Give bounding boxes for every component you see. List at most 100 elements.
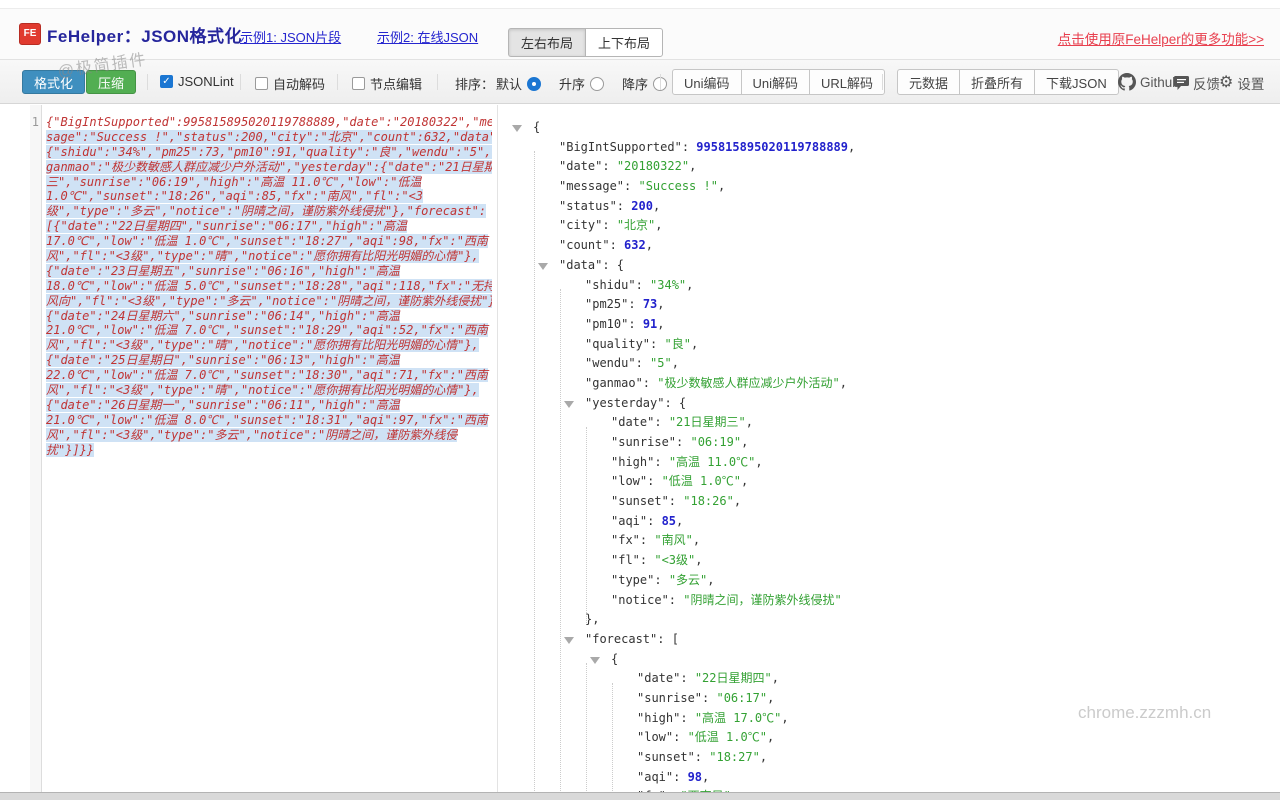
raw-json-line[interactable]: 21.0℃","low":"低温 8.0℃","sunset":"18:31",…	[46, 413, 492, 428]
json-key: "status"	[559, 199, 617, 213]
url-decode-button[interactable]: URL解码	[809, 69, 885, 95]
uni-decode-button[interactable]: Uni解码	[741, 69, 811, 95]
raw-json-line[interactable]: 风","fl":"<3级","type":"多云","notice":"阴晴之间…	[46, 428, 492, 443]
raw-json-line[interactable]: {"date":"24日星期六","sunrise":"06:14","high…	[46, 309, 492, 324]
raw-json-line[interactable]: {"shidu":"34%","pm25":73,"pm10":91,"qual…	[46, 145, 492, 160]
editor-gutter: 1	[30, 105, 42, 793]
tree-row: "sunrise": "06:19",	[500, 433, 1280, 453]
github-link[interactable]: Github	[1118, 73, 1180, 91]
raw-json-line[interactable]: 风","fl":"<3级","type":"晴","notice":"愿你拥有比…	[46, 383, 492, 398]
json-punct: :	[647, 514, 661, 528]
radio-selected-icon[interactable]	[527, 77, 541, 91]
collapse-all-button[interactable]: 折叠所有	[959, 69, 1035, 95]
metadata-button[interactable]: 元数据	[897, 69, 960, 95]
collapse-toggle-icon[interactable]	[512, 125, 522, 132]
raw-json-line[interactable]: {"BigIntSupported":995815895020119788889…	[46, 115, 492, 130]
raw-json-line[interactable]: ganmao":"极少数敏感人群应减少户外活动","yesterday":{"d…	[46, 160, 492, 175]
json-key: "date"	[637, 671, 680, 685]
raw-json-line[interactable]: 17.0℃","low":"低温 1.0℃","sunset":"18:27",…	[46, 234, 492, 249]
raw-json-line[interactable]: {"date":"23日星期五","sunrise":"06:16","high…	[46, 264, 492, 279]
radio-unselected-icon[interactable]	[590, 77, 604, 91]
json-key: "sunset"	[611, 494, 669, 508]
json-punct: :	[669, 593, 683, 607]
tree-row: "date": "20180322",	[500, 157, 1280, 177]
meta-button-group: 元数据 折叠所有 下载JSON	[897, 69, 1119, 95]
raw-json-lines[interactable]: {"BigIntSupported":995815895020119788889…	[46, 115, 492, 457]
raw-json-line[interactable]: 风","fl":"<3级","type":"晴","notice":"愿你拥有比…	[46, 338, 492, 353]
tree-row: "count": 632,	[500, 236, 1280, 256]
json-punct: ,	[741, 435, 748, 449]
json-punct: :	[643, 376, 657, 390]
raw-json-line[interactable]: 18.0℃","low":"低温 5.0℃","sunset":"18:28",…	[46, 279, 492, 294]
raw-json-line[interactable]: {"date":"25日星期日","sunrise":"06:13","high…	[46, 353, 492, 368]
json-punct: ,	[676, 514, 683, 528]
collapse-toggle-icon[interactable]	[590, 657, 600, 664]
json-string: "低温 1.0℃"	[688, 730, 767, 744]
json-number: 91	[643, 317, 657, 331]
collapse-toggle-icon[interactable]	[564, 401, 574, 408]
auto-decode-checkbox[interactable]: 自动解码	[255, 74, 325, 93]
json-punct: ,	[657, 297, 664, 311]
raw-json-line[interactable]: [{"date":"22日星期四","sunrise":"06:17","hig…	[46, 219, 492, 234]
json-key: "high"	[611, 455, 654, 469]
json-key: "fx"	[611, 533, 640, 547]
tree-row: "BigIntSupported": 995815895020119788889…	[500, 138, 1280, 158]
json-punct: :	[624, 179, 638, 193]
uni-encode-button[interactable]: Uni编码	[672, 69, 742, 95]
tree-row: "city": "北京",	[500, 216, 1280, 236]
layout-vertical-button[interactable]: 上下布局	[585, 28, 663, 57]
example2-link[interactable]: 示例2: 在线JSON	[377, 27, 478, 46]
jsonlint-checkbox[interactable]: JSONLint	[160, 74, 234, 89]
json-punct: ,	[693, 533, 700, 547]
example1-link[interactable]: 示例1: JSON片段	[240, 27, 341, 46]
json-string: "南风"	[654, 533, 692, 547]
sort-default-radio[interactable]: 默认	[496, 74, 541, 93]
raw-json-line[interactable]: 风","fl":"<3级","type":"晴","notice":"愿你拥有比…	[46, 249, 492, 264]
raw-json-line[interactable]: sage":"Success !","status":200,"city":"北…	[46, 130, 492, 145]
tree-row: "pm25": 73,	[500, 295, 1280, 315]
raw-json-line[interactable]: 21.0℃","low":"低温 7.0℃","sunset":"18:29",…	[46, 323, 492, 338]
json-punct: :	[673, 770, 687, 784]
json-punct: ,	[848, 140, 855, 154]
settings-link[interactable]: ⚙ 设置	[1219, 73, 1264, 93]
json-punct: ,	[746, 415, 753, 429]
gear-icon: ⚙	[1219, 75, 1233, 91]
json-number: 98	[688, 770, 702, 784]
download-json-button[interactable]: 下载JSON	[1034, 69, 1119, 95]
encode-button-group: Uni编码 Uni解码 URL解码	[672, 69, 885, 95]
raw-json-line[interactable]: 22.0℃","low":"低温 7.0℃","sunset":"18:30",…	[46, 368, 492, 383]
checkbox-unchecked-icon[interactable]	[255, 77, 268, 90]
json-punct: {	[533, 120, 540, 134]
more-features-link[interactable]: 点击使用原FeHelper的更多功能>>	[1058, 28, 1264, 48]
raw-json-line[interactable]: 扰"}]}}	[46, 443, 492, 458]
tree-row: "forecast": [	[500, 630, 1280, 650]
json-punct: ,	[691, 337, 698, 351]
json-punct: ,	[760, 750, 767, 764]
json-number: 200	[631, 199, 653, 213]
raw-json-line[interactable]: 风向","fl":"<3级","type":"多云","notice":"阴晴之…	[46, 294, 492, 309]
json-punct: :	[682, 140, 696, 154]
checkbox-checked-icon[interactable]	[160, 75, 173, 88]
collapse-toggle-icon[interactable]	[538, 263, 548, 270]
tree-row: "high": "高温 17.0℃",	[500, 709, 1280, 729]
sort-asc-radio[interactable]: 升序	[559, 74, 604, 93]
collapse-toggle-icon[interactable]	[564, 637, 574, 644]
json-key: "sunset"	[637, 750, 695, 764]
json-punct: :	[640, 553, 654, 567]
window-horizontal-scrollbar[interactable]	[0, 792, 1280, 800]
raw-json-editor[interactable]: 1 {"BigIntSupported":9958158950201197888…	[30, 105, 498, 793]
feedback-link[interactable]: 反馈	[1174, 73, 1220, 93]
raw-json-line[interactable]: 三","sunrise":"06:19","high":"高温 11.0℃","…	[46, 175, 492, 190]
checkbox-unchecked-icon[interactable]	[352, 77, 365, 90]
raw-json-line[interactable]: {"date":"26日星期一","sunrise":"06:11","high…	[46, 398, 492, 413]
node-edit-checkbox[interactable]: 节点编辑	[352, 74, 422, 93]
json-string: "34%"	[650, 278, 686, 292]
raw-json-line[interactable]: 1.0℃","sunset":"18:26","aqi":85,"fx":"南风…	[46, 189, 492, 204]
json-key: "low"	[637, 730, 673, 744]
json-string: "<3级"	[654, 553, 695, 567]
tree-row: {	[500, 650, 1280, 670]
json-string: "06:17"	[716, 691, 767, 705]
raw-json-line[interactable]: 级","type":"多云","notice":"阴晴之间，谨防紫外线侵扰"},…	[46, 204, 492, 219]
layout-toggle-group: 左右布局 上下布局	[508, 28, 663, 57]
layout-horizontal-button[interactable]: 左右布局	[508, 28, 585, 57]
